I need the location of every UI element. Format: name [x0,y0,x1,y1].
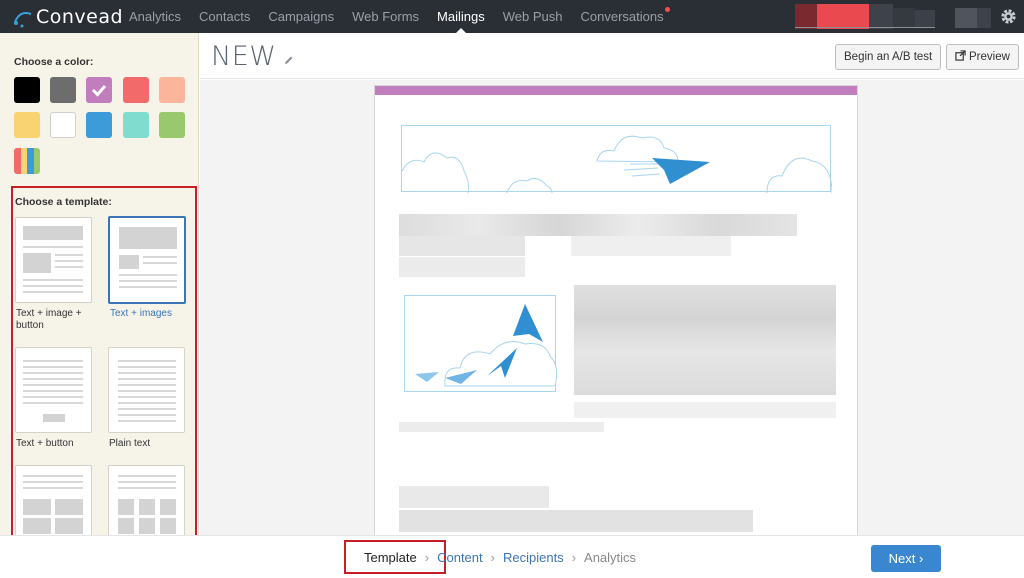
nav-web-push[interactable]: Web Push [494,0,572,33]
paper-plane-banner-icon [401,135,833,194]
preview-button[interactable]: Preview [946,44,1019,70]
nav-conversations-label: Conversations [580,9,664,24]
page-header: NEW Begin an A/B test Preview [200,33,1024,79]
template-label: Plain text [109,438,151,449]
chevron-right-icon: › [490,549,495,565]
chevron-right-icon: › [571,549,577,565]
nav-web-forms[interactable]: Web Forms [343,0,428,33]
nav-campaigns[interactable]: Campaigns [259,0,343,33]
color-swatch-blue[interactable] [86,112,112,138]
redacted-text [399,486,549,508]
color-swatch-teal[interactable] [123,112,149,138]
step-recipients[interactable]: Recipients [503,550,564,565]
choose-template-title: Choose a template: [15,196,112,208]
color-swatch-multicolor[interactable] [14,148,40,174]
next-button[interactable]: Next › [871,545,941,572]
email-header-image[interactable] [401,125,833,194]
main-nav: Analytics Contacts Campaigns Web Forms M… [120,0,673,33]
check-icon [91,85,107,97]
redacted-text [399,257,525,277]
nav-mailings[interactable]: Mailings [428,0,494,33]
color-swatch-white[interactable] [50,112,76,138]
template-three-column[interactable] [108,465,185,537]
step-content[interactable]: Content [437,550,483,565]
wizard-steps: Template › Content › Recipients › Analyt… [343,536,636,578]
color-swatch-purple[interactable] [86,77,112,103]
redacted-text [571,236,731,256]
main-area: NEW Begin an A/B test Preview [200,33,1024,540]
email-accent-bar [375,86,857,95]
notification-dot [664,7,670,12]
ab-test-button[interactable]: Begin an A/B test [835,44,942,70]
template-label: Text + images [110,308,172,319]
logo[interactable]: Convead [12,4,123,30]
redacted-text [399,236,525,256]
redacted-text [574,285,836,395]
external-link-icon [955,50,966,61]
account-area-redacted[interactable] [795,4,995,29]
color-swatch-black[interactable] [14,77,40,103]
preview-label: Preview [969,51,1010,63]
pencil-icon[interactable] [284,55,294,65]
template-two-column[interactable] [15,465,92,537]
color-swatch-green[interactable] [159,112,185,138]
email-content-image[interactable] [404,295,558,392]
chevron-right-icon: › [424,549,430,565]
top-navbar: Convead Analytics Contacts Campaigns Web… [0,0,1024,33]
template-plain-text[interactable] [108,347,185,433]
paper-planes-icon [415,304,558,387]
redacted-text [399,214,797,236]
color-swatch-peach[interactable] [159,77,185,103]
template-text-button[interactable] [15,347,92,433]
choose-color-title: Choose a color: [14,56,94,68]
color-swatch-gray[interactable] [50,77,76,103]
app-name: Convead [36,6,124,28]
redacted-text [574,402,836,418]
email-preview[interactable] [374,85,858,540]
nav-contacts[interactable]: Contacts [190,0,259,33]
redacted-text [399,510,753,532]
gear-icon[interactable] [999,7,1018,26]
redacted-text [399,422,604,432]
template-label: Text + image + button [16,308,82,331]
template-text-image-button[interactable] [15,217,92,303]
color-swatch-red[interactable] [123,77,149,103]
step-analytics: Analytics [584,549,637,565]
template-text-images[interactable] [108,216,186,304]
nav-analytics[interactable]: Analytics [120,0,190,33]
template-label: Text + button [16,438,74,449]
logo-mark-icon [14,12,32,28]
wizard-bar: Template › Content › Recipients › Analyt… [0,535,1024,577]
nav-conversations[interactable]: Conversations [571,0,672,33]
page-title[interactable]: NEW [211,41,276,72]
template-chooser: Choose a template: Text + image + button… [11,186,197,540]
step-template[interactable]: Template [364,550,417,565]
color-swatch-yellow[interactable] [14,112,40,138]
